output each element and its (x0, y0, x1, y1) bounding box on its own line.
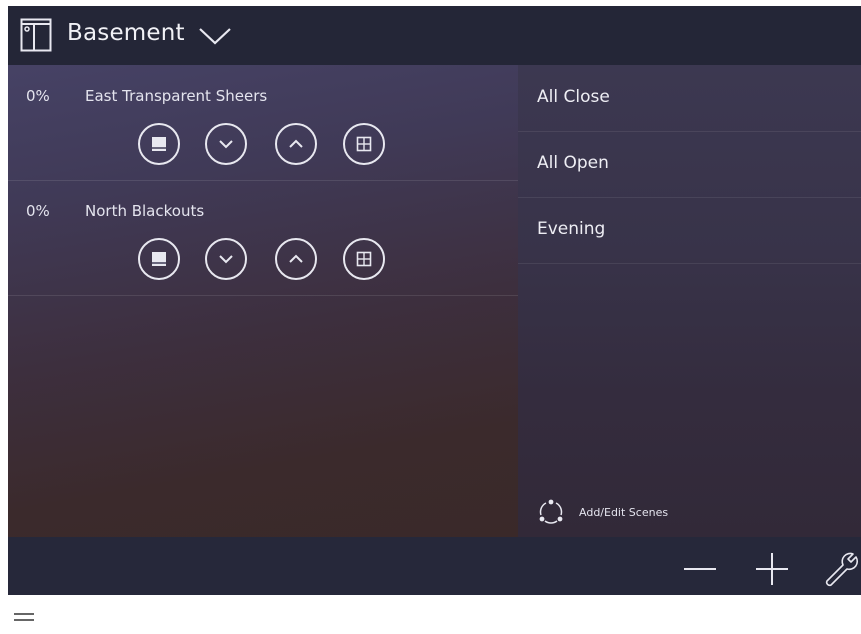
close-shade-button[interactable] (138, 238, 180, 280)
lower-icon (219, 140, 233, 149)
footer-bar (8, 537, 861, 595)
open-icon (356, 136, 372, 152)
menu-icon[interactable] (14, 612, 36, 622)
shade-row: 0% East Transparent Sheers (8, 65, 518, 181)
open-shade-button[interactable] (343, 238, 385, 280)
add-edit-scenes-label: Add/Edit Scenes (579, 505, 669, 519)
shade-name: North Blackouts (85, 202, 205, 220)
wrench-icon (825, 552, 859, 587)
open-icon (356, 251, 372, 267)
shade-level: 0% (26, 87, 50, 105)
lower-shade-button[interactable] (205, 238, 247, 280)
scene-label: All Open (537, 153, 609, 173)
raise-shade-button[interactable] (275, 123, 317, 165)
open-shade-button[interactable] (343, 123, 385, 165)
window-shade-icon[interactable] (20, 18, 52, 52)
shade-name: East Transparent Sheers (85, 87, 268, 105)
lower-shade-button[interactable] (205, 123, 247, 165)
scenes-panel: All Close All Open Evening Add/Edit Scen… (518, 65, 861, 537)
scenes-icon (539, 499, 563, 524)
scene-item-all-close[interactable]: All Close (518, 65, 861, 132)
shade-control-screen: Basement 0% East Transparent Sheers 0% N… (8, 6, 861, 595)
chevron-down-icon[interactable] (198, 26, 232, 46)
room-title[interactable]: Basement (67, 20, 185, 46)
scene-item-all-open[interactable]: All Open (518, 131, 861, 198)
scene-item-evening[interactable]: Evening (518, 197, 861, 264)
minus-icon (684, 568, 716, 570)
settings-button[interactable] (823, 551, 859, 587)
plus-button[interactable] (754, 551, 790, 587)
plus-icon (756, 553, 788, 585)
raise-shade-button[interactable] (275, 238, 317, 280)
shades-panel: 0% East Transparent Sheers 0% North Blac… (8, 65, 518, 537)
close-shade-button[interactable] (138, 123, 180, 165)
raise-icon (289, 254, 303, 263)
header-bar: Basement (8, 6, 861, 65)
add-edit-scenes-button[interactable]: Add/Edit Scenes (538, 499, 668, 525)
shade-row: 0% North Blackouts (8, 180, 518, 296)
scene-label: Evening (537, 219, 606, 239)
close-icon (152, 137, 166, 151)
lower-icon (219, 255, 233, 264)
close-icon (152, 252, 166, 266)
shade-level: 0% (26, 202, 50, 220)
minus-button[interactable] (682, 551, 718, 587)
scene-label: All Close (537, 87, 610, 107)
raise-icon (289, 139, 303, 148)
